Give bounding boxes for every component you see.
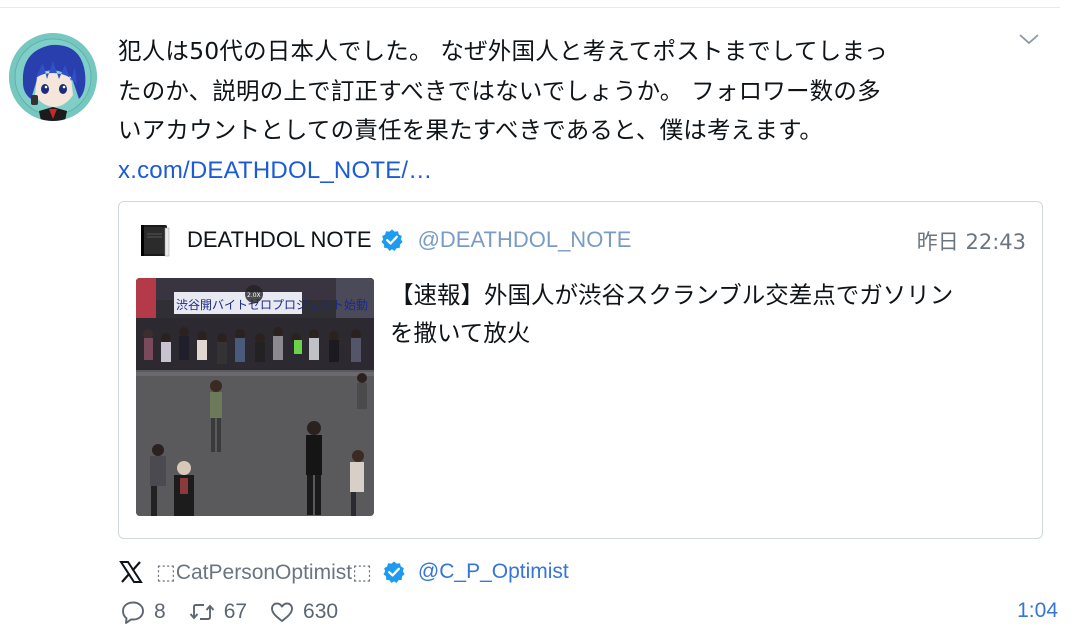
quote-header: DEATHDOL NOTE @DEATHDOL_NOTE bbox=[137, 222, 631, 258]
quote-media-thumbnail[interactable]: 渋谷開バイトゼロプロジェクト始動 2.0X bbox=[136, 278, 374, 516]
quote-author-name[interactable]: DEATHDOL NOTE bbox=[187, 227, 372, 253]
tweet-link[interactable]: x.com/DEATHDOL_NOTE/… bbox=[118, 151, 978, 191]
attribution-name[interactable]: ⬚CatPersonOptimist⬚ bbox=[156, 560, 372, 585]
quote-text: 【速報】外国人が渋谷スクランブル交差点でガソリン を撒いて放火 bbox=[390, 276, 1020, 352]
like-button[interactable]: 630 bbox=[269, 599, 338, 625]
quote-timestamp: 昨日 22:43 bbox=[916, 230, 1026, 254]
avatar[interactable] bbox=[9, 33, 97, 121]
verified-badge-icon bbox=[380, 228, 404, 252]
like-icon bbox=[271, 602, 293, 622]
tweet-text: 犯人は50代の日本人でした。 なぜ外国人と考えてポストまでしてしまっ たのか、説… bbox=[118, 32, 978, 190]
attribution-row: ⬚CatPersonOptimist⬚ @C_P_Optimist bbox=[118, 556, 569, 588]
media-banner-text: 渋谷開バイトゼロプロジェクト始動 bbox=[176, 298, 368, 312]
x-logo-icon bbox=[118, 559, 144, 585]
retweet-button[interactable]: 67 bbox=[188, 599, 247, 625]
tweet-timestamp[interactable]: 1:04 bbox=[1017, 599, 1058, 623]
more-chevron-icon[interactable] bbox=[1018, 30, 1040, 48]
like-count: 630 bbox=[303, 600, 339, 623]
tweet-text-line: たのか、説明の上で訂正すべきではないでしょうか。 フォロワー数の多 bbox=[118, 76, 881, 105]
verified-badge-icon bbox=[382, 560, 406, 584]
quote-avatar[interactable] bbox=[137, 222, 173, 258]
reply-count: 8 bbox=[154, 600, 166, 623]
reply-button[interactable]: 8 bbox=[120, 599, 166, 625]
reply-icon bbox=[122, 601, 144, 624]
retweet-icon bbox=[189, 604, 214, 620]
tweet-page: 犯人は50代の日本人でした。 なぜ外国人と考えてポストまでしてしまっ たのか、説… bbox=[0, 0, 1080, 640]
attribution-handle[interactable]: @C_P_Optimist bbox=[418, 560, 569, 584]
quoted-tweet-card[interactable]: DEATHDOL NOTE @DEATHDOL_NOTE 昨日 22:43 渋谷… bbox=[118, 201, 1043, 539]
divider bbox=[0, 7, 1060, 8]
quote-text-line: 【速報】外国人が渋谷スクランブル交差点でガソリン bbox=[390, 281, 954, 309]
quote-author-handle[interactable]: @DEATHDOL_NOTE bbox=[418, 227, 632, 253]
media-speed-badge: 2.0X bbox=[247, 292, 261, 299]
tweet-text-line: いアカウントとしての責任を果たすべきであると、僕は考えます。 bbox=[118, 116, 824, 144]
retweet-count: 67 bbox=[223, 600, 248, 623]
tweet-text-line: 犯人は50代の日本人でした。 なぜ外国人と考えてポストまでしてしまっ bbox=[118, 37, 888, 65]
action-bar: 8 67 630 bbox=[120, 597, 360, 627]
quote-text-line: を撒いて放火 bbox=[390, 319, 531, 347]
